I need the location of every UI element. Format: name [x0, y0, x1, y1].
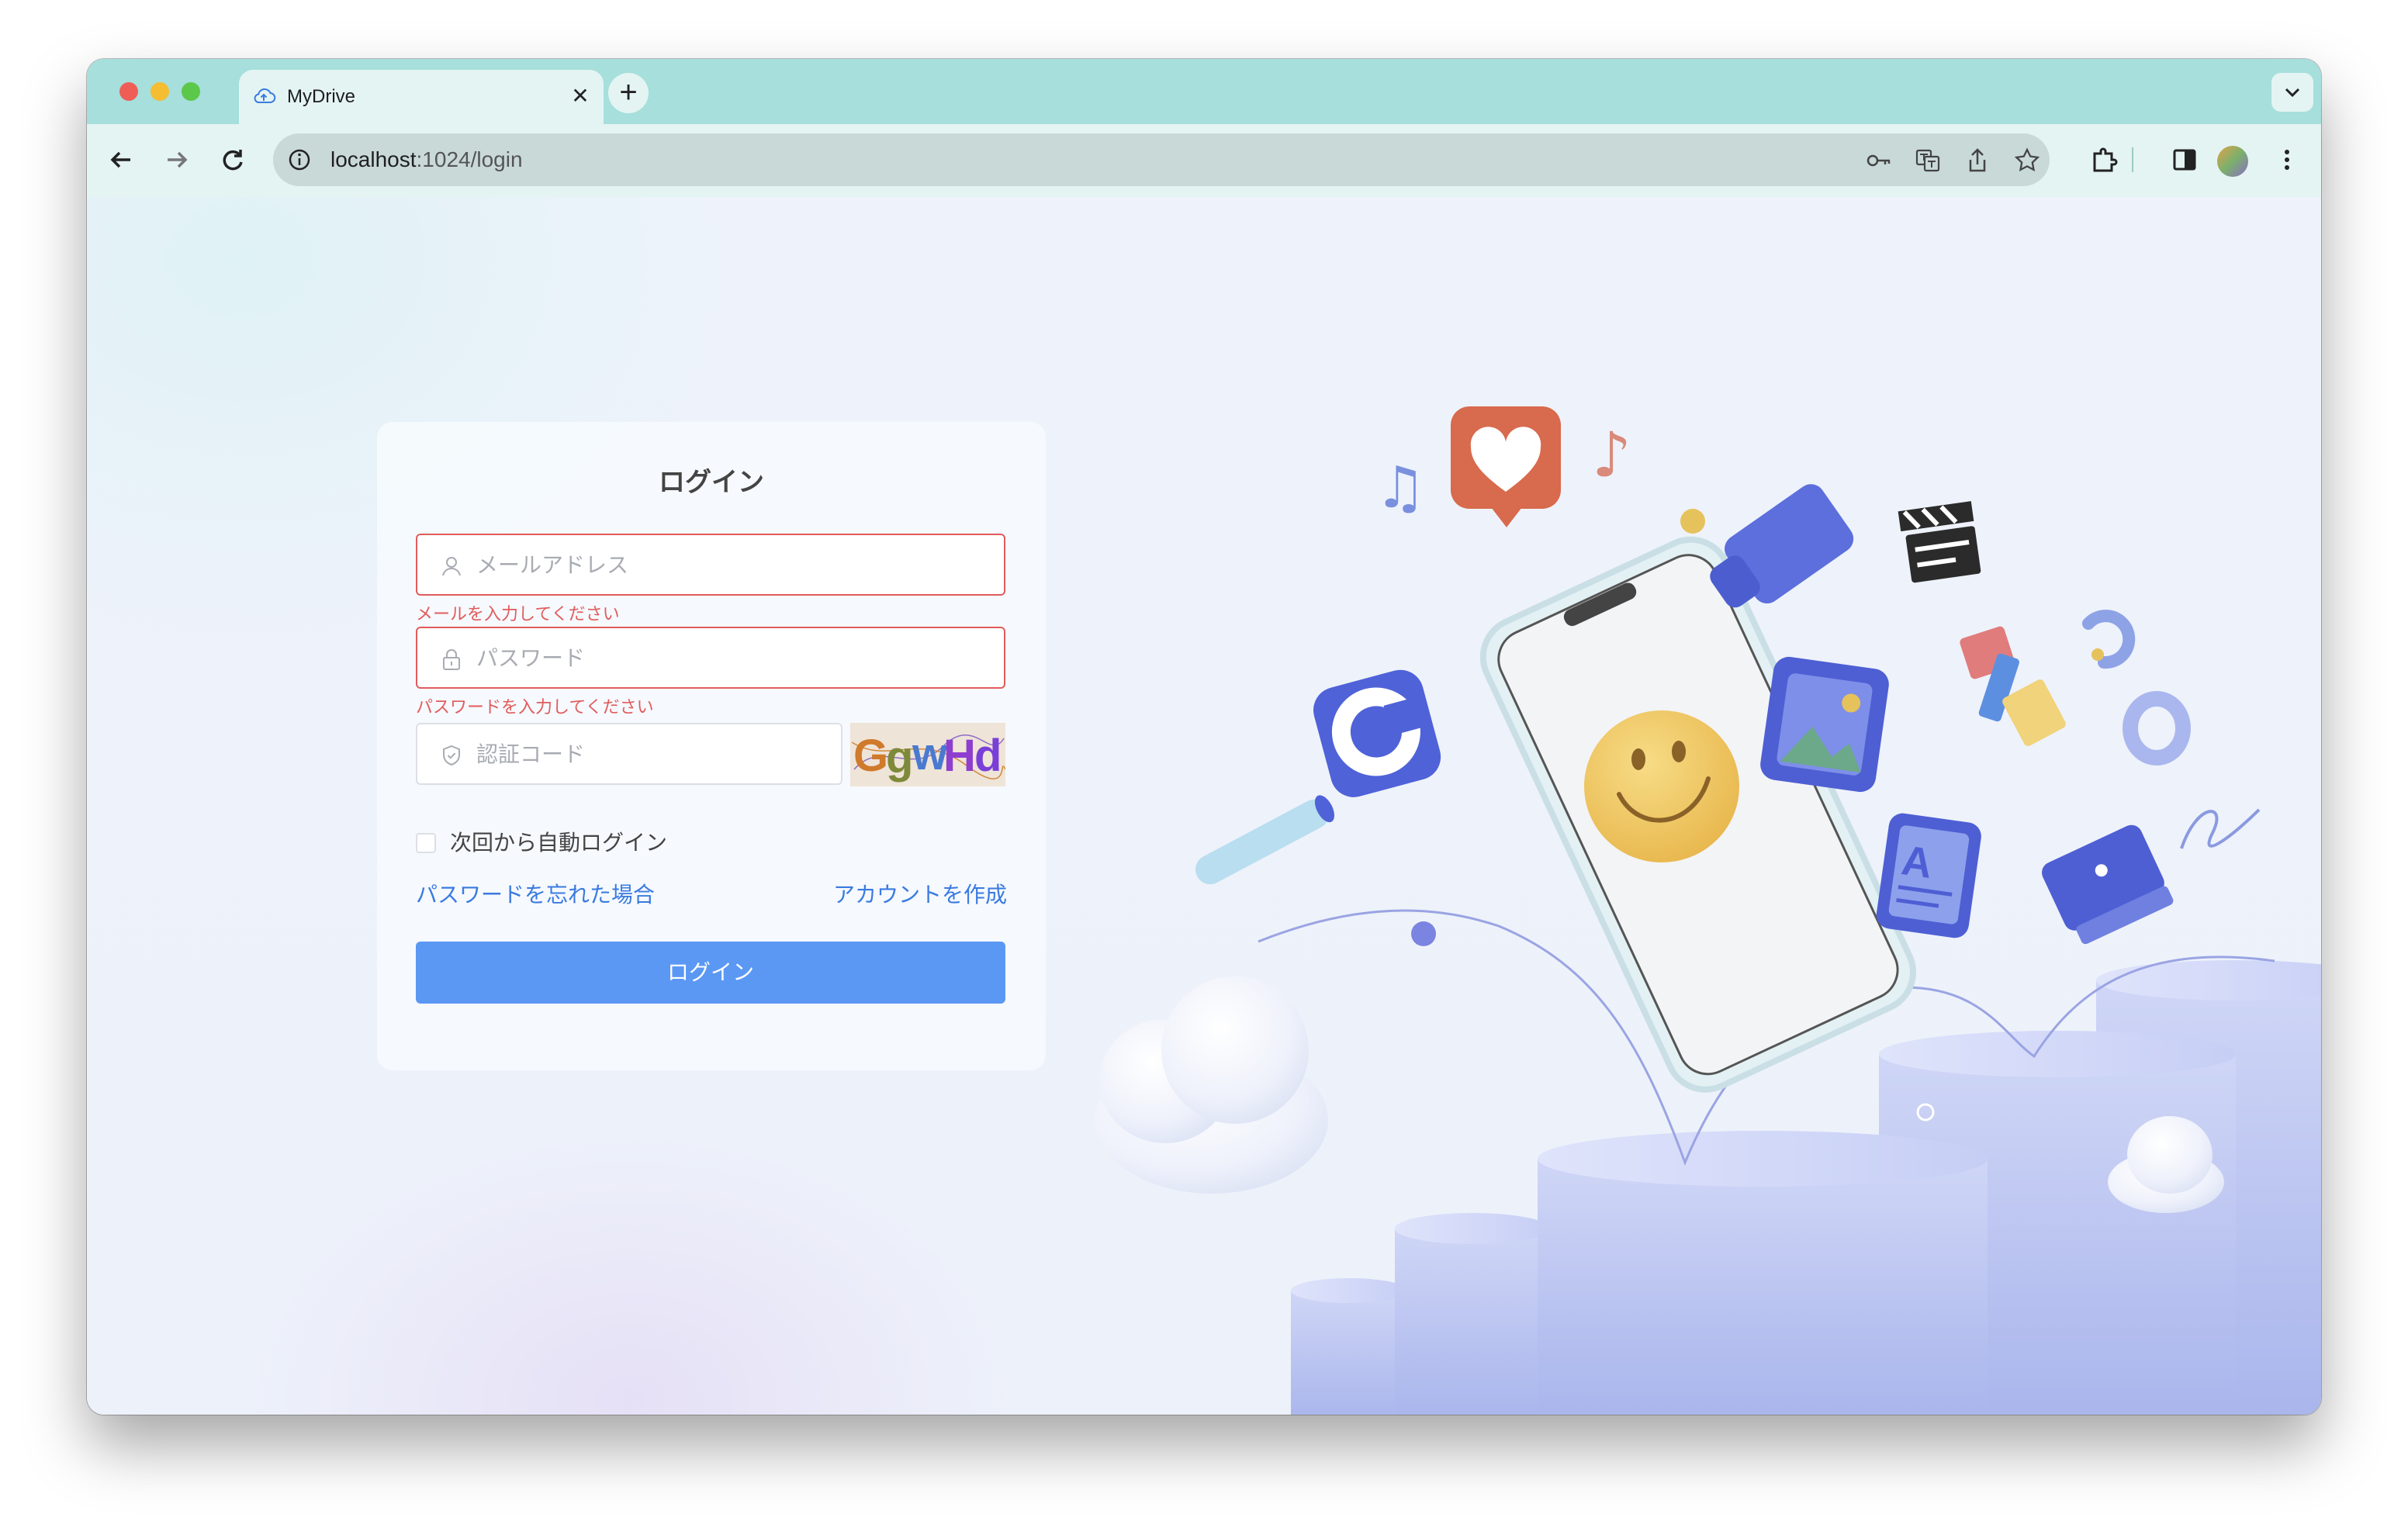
translate-icon[interactable]: [1913, 146, 1943, 175]
login-card: ログイン メールを入力してください パスワードを入力してください: [377, 422, 1046, 1070]
new-tab-button[interactable]: +: [608, 73, 649, 113]
more-menu-icon[interactable]: [2268, 141, 2306, 178]
code-field[interactable]: [416, 723, 842, 785]
tab-title: MyDrive: [287, 86, 355, 107]
email-field[interactable]: [416, 534, 1005, 596]
books-icon: [1960, 626, 2066, 746]
cloud-upload-icon: [254, 88, 276, 103]
site-info-icon[interactable]: [285, 146, 313, 174]
password-key-icon[interactable]: [1863, 146, 1893, 175]
share-icon[interactable]: [1963, 146, 1992, 175]
maximize-window-button[interactable]: [182, 82, 200, 101]
tube-graphic: [1195, 795, 1335, 885]
email-input[interactable]: [475, 535, 943, 596]
cloud-left: [1095, 976, 1328, 1194]
document-icon: A: [1876, 813, 1981, 938]
captcha-char: H: [943, 731, 976, 781]
heart-icon: [1451, 406, 1561, 527]
reload-icon[interactable]: [214, 141, 251, 178]
password-input[interactable]: [475, 628, 943, 689]
laptop-icon: [2042, 824, 2174, 945]
browser-window: MyDrive ✕ + localhost:1024/login ログイン メー…: [87, 59, 2321, 1415]
password-error: パスワードを入力してください: [416, 697, 654, 717]
captcha-char: w: [912, 729, 948, 779]
login-title: ログイン: [659, 468, 764, 497]
music-note-icon: ♪: [1592, 419, 1631, 491]
tab-search-button[interactable]: [2271, 73, 2313, 112]
lock-icon: [443, 649, 460, 670]
address-bar[interactable]: localhost:1024/login: [273, 133, 2050, 186]
create-account-link[interactable]: アカウントを作成: [833, 878, 1007, 909]
image-icon: [1760, 656, 1889, 793]
email-error: メールを入力してください: [416, 604, 620, 624]
url-path: :1024/login: [416, 147, 523, 171]
remember-label: 次回から自動ログイン: [450, 831, 668, 855]
captcha-char: G: [853, 731, 888, 781]
url-host: localhost: [330, 147, 417, 171]
shield-check-icon: [443, 745, 460, 766]
bookmark-star-icon[interactable]: [2012, 146, 2042, 175]
clapperboard-icon: [1898, 501, 1981, 583]
captcha-image[interactable]: G g w H d: [850, 723, 1005, 786]
url-text: localhost:1024/login: [330, 144, 523, 175]
side-panel-icon[interactable]: [2166, 141, 2203, 178]
extensions-icon[interactable]: [2085, 141, 2123, 178]
code-input[interactable]: [475, 724, 819, 785]
profile-avatar[interactable]: [2217, 146, 2248, 177]
login-button[interactable]: ログイン: [416, 942, 1005, 1004]
tab-close-icon[interactable]: ✕: [566, 82, 594, 110]
captcha-char: g: [886, 732, 913, 783]
music-note-icon: ♫: [1375, 454, 1426, 521]
browser-toolbar: localhost:1024/login: [87, 124, 2321, 199]
chevron-down-icon: [2285, 88, 2300, 98]
hero-illustration: ♫ ♪ A: [1095, 406, 2321, 1415]
close-window-button[interactable]: [119, 82, 138, 101]
back-arrow-icon[interactable]: [102, 141, 140, 178]
user-icon: [442, 557, 461, 576]
forgot-password-link[interactable]: パスワードを忘れた場合: [416, 878, 655, 909]
smiley-graphic: [1584, 710, 1739, 862]
svg-text:A: A: [1899, 837, 1936, 887]
password-field[interactable]: [416, 627, 1005, 689]
toolbar-divider: [2132, 147, 2133, 172]
page-content: ログイン メールを入力してください パスワードを入力してください: [87, 197, 2321, 1415]
browser-tab[interactable]: MyDrive ✕: [239, 70, 604, 124]
remember-checkbox[interactable]: [416, 833, 436, 853]
forward-arrow-icon[interactable]: [158, 141, 195, 178]
captcha-char: d: [974, 731, 1002, 781]
letter-c-block-icon: [1313, 669, 1441, 797]
tab-bar: MyDrive ✕ +: [87, 59, 2321, 124]
minimize-window-button[interactable]: [150, 82, 169, 101]
